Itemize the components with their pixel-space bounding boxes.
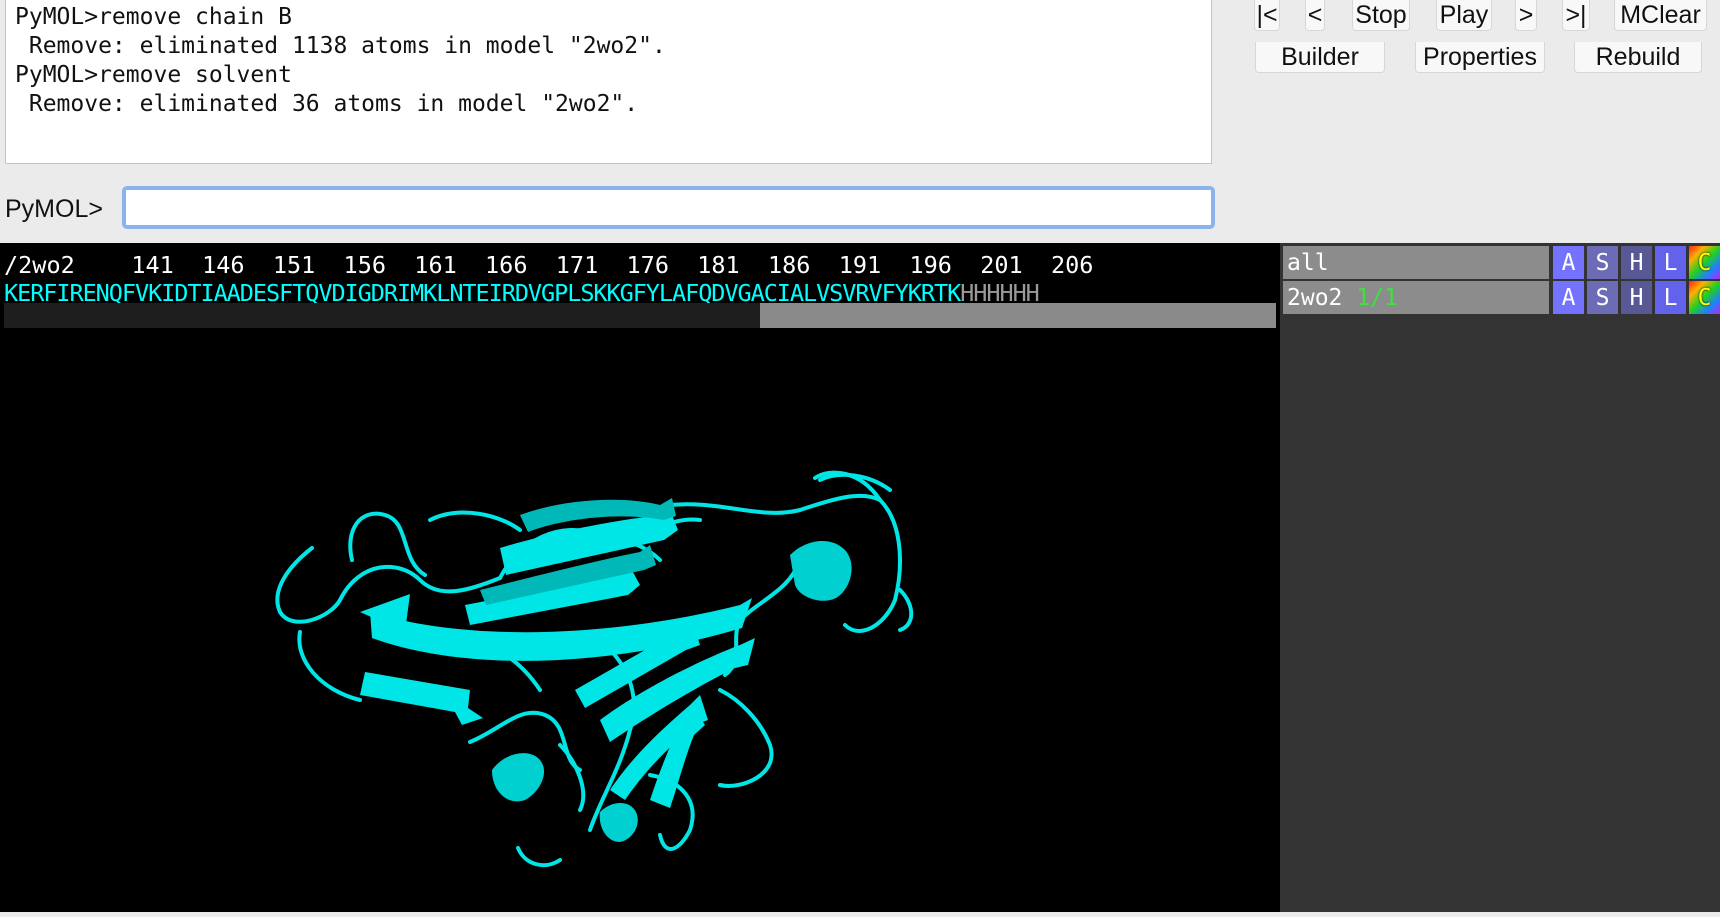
hide-button[interactable]: H	[1621, 281, 1652, 314]
show-button[interactable]: S	[1587, 281, 1618, 314]
command-input[interactable]	[122, 186, 1215, 229]
properties-button[interactable]: Properties	[1415, 42, 1545, 73]
color-button[interactable]: C	[1689, 246, 1720, 279]
console-line: Remove: eliminated 36 atoms in model "2w…	[15, 91, 639, 117]
hide-button[interactable]: H	[1621, 246, 1652, 279]
rewind-button[interactable]: |<	[1254, 0, 1280, 31]
console-line: PyMOL>remove chain B	[15, 4, 292, 30]
console-line: PyMOL>remove solvent	[15, 62, 292, 88]
rebuild-button[interactable]: Rebuild	[1574, 42, 1702, 73]
molecular-viewport[interactable]	[0, 332, 1280, 912]
color-button[interactable]: C	[1689, 281, 1720, 314]
label-button[interactable]: L	[1655, 246, 1686, 279]
object-row-2wo2: 2wo2 1/1 A S H L C	[1283, 281, 1720, 315]
label-button[interactable]: L	[1655, 281, 1686, 314]
sequence-header: /2wo2 141 146 151 156 161 166 171 176 18…	[4, 251, 1094, 279]
mclear-button[interactable]: MClear	[1614, 0, 1707, 31]
object-name-2wo2[interactable]: 2wo2 1/1	[1283, 281, 1549, 314]
builder-button[interactable]: Builder	[1255, 42, 1385, 73]
step-back-button[interactable]: <	[1305, 0, 1325, 31]
stop-button[interactable]: Stop	[1352, 0, 1410, 31]
console-line: Remove: eliminated 1138 atoms in model "…	[15, 33, 666, 59]
play-button[interactable]: Play	[1436, 0, 1492, 31]
action-button[interactable]: A	[1553, 281, 1584, 314]
sequence-scrollbar-thumb[interactable]	[760, 303, 1276, 328]
action-button[interactable]: A	[1553, 246, 1584, 279]
show-button[interactable]: S	[1587, 246, 1618, 279]
object-states: 1/1	[1356, 285, 1398, 311]
beta-strands	[360, 505, 755, 808]
command-prompt-label: PyMOL>	[5, 195, 103, 223]
object-panel: all A S H L C 2wo2 1/1 A S H L C	[1280, 243, 1720, 912]
sequence-viewer[interactable]: /2wo2 141 146 151 156 161 166 171 176 18…	[0, 243, 1280, 332]
object-name-all[interactable]: all	[1283, 246, 1549, 279]
protein-cartoon	[275, 470, 914, 868]
object-row-all: all A S H L C	[1283, 246, 1720, 280]
end-button[interactable]: >|	[1562, 0, 1590, 31]
step-forward-button[interactable]: >	[1515, 0, 1537, 31]
console-output: PyMOL>remove chain B Remove: eliminated …	[5, 0, 1212, 164]
